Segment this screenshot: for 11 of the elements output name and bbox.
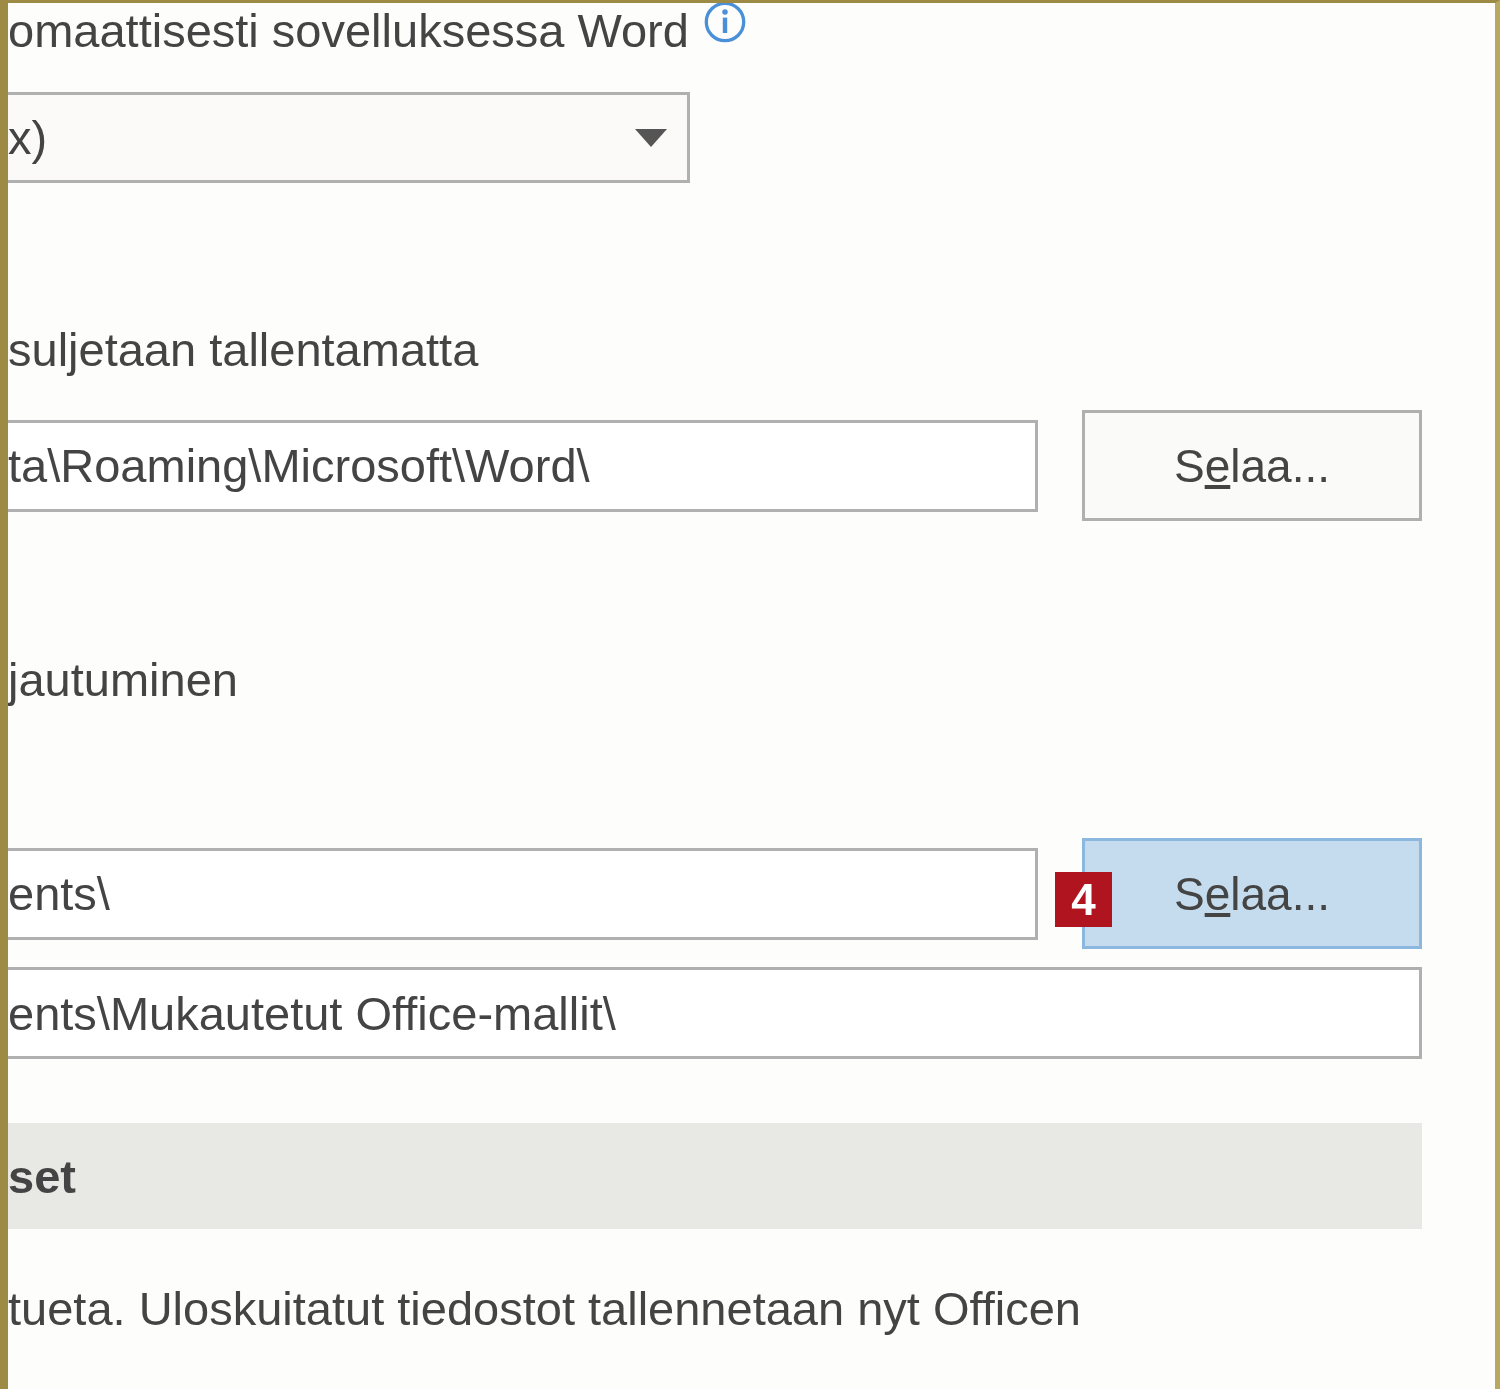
option-label: tueta. Uloskuitatut tiedostot tallennetaan nyt Officen	[8, 1281, 1081, 1337]
path-field[interactable]: ents\	[8, 847, 1038, 940]
format-dropdown[interactable]: x)	[8, 92, 690, 183]
caret-icon	[635, 128, 667, 147]
path-field[interactable]: ents\Mukautetut Office-mallit\	[8, 967, 1422, 1059]
browse-button[interactable]: Selaa...	[1082, 410, 1422, 521]
step-badge: 4	[1055, 872, 1112, 927]
option-label: omaattisesti sovelluksessa Word	[8, 3, 689, 59]
path-field[interactable]: ta\Roaming\Microsoft\Word\	[8, 419, 1038, 512]
section-header: set	[8, 1123, 1422, 1229]
option-label: suljetaan tallentamatta	[8, 322, 479, 378]
